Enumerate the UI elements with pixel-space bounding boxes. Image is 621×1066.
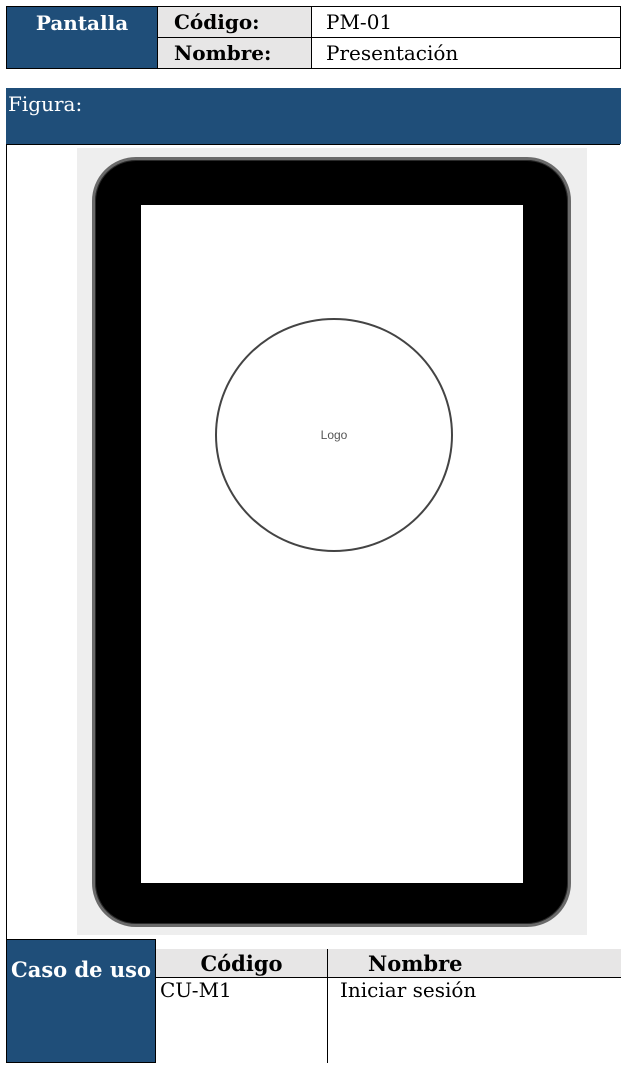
codigo-value: PM-01: [311, 6, 621, 38]
column-header-codigo: Código: [156, 949, 328, 977]
column-header-nombre: Nombre: [368, 951, 463, 976]
figura-label: Figura:: [8, 92, 83, 116]
use-case-code: CU-M1: [160, 978, 232, 1002]
pantalla-label: Pantalla: [6, 6, 158, 69]
figura-header: Figura:: [6, 88, 621, 144]
caso-de-uso-label: Caso de uso: [11, 957, 151, 982]
column-divider: [327, 977, 328, 1063]
caso-de-uso-label-cell: Caso de uso: [6, 939, 156, 1063]
nombre-value: Presentación: [311, 37, 621, 69]
nombre-key: Nombre:: [157, 37, 312, 69]
screen-spec-sheet: Pantalla Código: PM-01 Nombre: Presentac…: [0, 0, 621, 1066]
logo-placeholder-text: Logo: [320, 428, 348, 442]
screen-header-table: Pantalla Código: PM-01 Nombre: Presentac…: [6, 6, 621, 69]
use-case-name: Iniciar sesión: [340, 978, 477, 1002]
codigo-key: Código:: [157, 6, 312, 38]
